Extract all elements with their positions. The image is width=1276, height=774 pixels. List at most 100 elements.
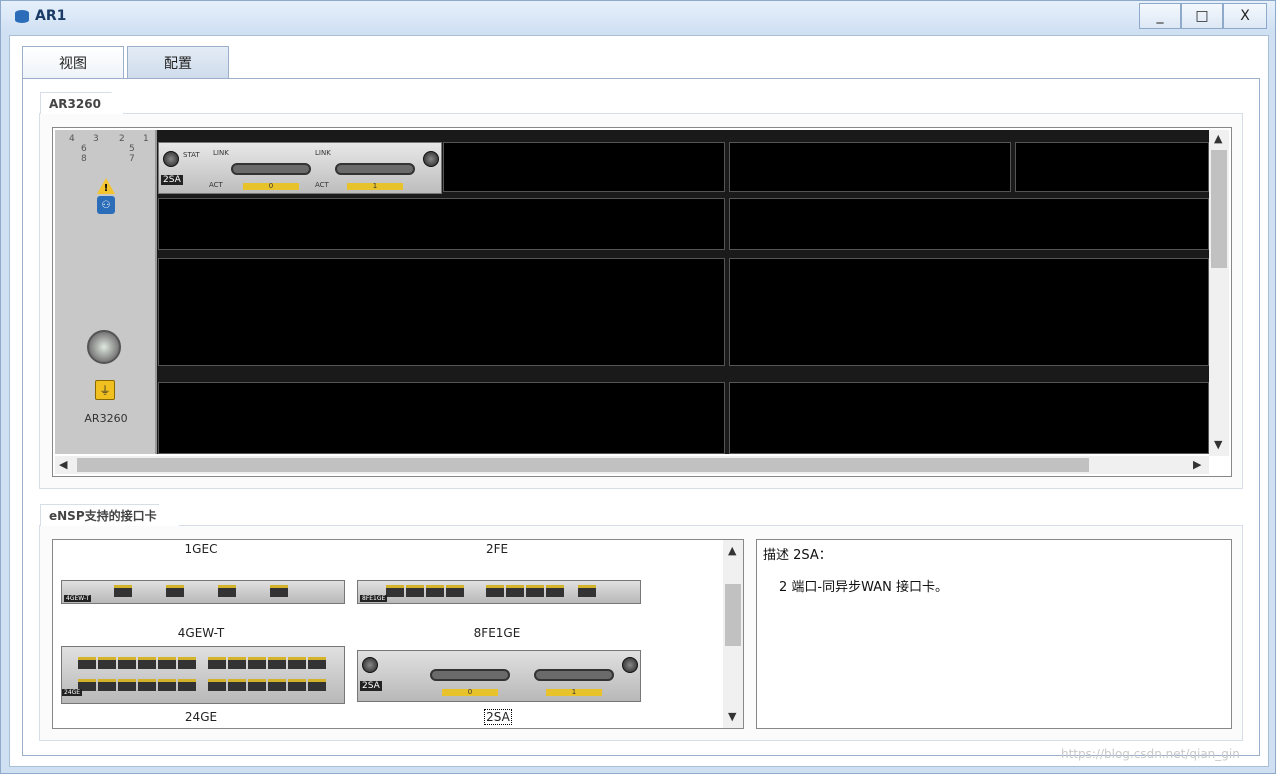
chassis-view: 4 3 2 1 6 5 8 7 ! ⚇ ⏚ AR3260 STAT LINK L…: [52, 127, 1232, 477]
card-name-label: 2FE: [485, 542, 509, 556]
rj45-port: [208, 657, 226, 669]
rj45-port: [446, 585, 464, 597]
chassis-backplane: 4 3 2 1 6 5 8 7 ! ⚇ ⏚ AR3260 STAT LINK L…: [55, 130, 1209, 454]
tab-config[interactable]: 配置: [127, 46, 229, 78]
rj45-port: [406, 585, 424, 597]
serial-port[interactable]: [231, 163, 311, 175]
chassis-model-label: AR3260: [84, 412, 128, 425]
slot-empty[interactable]: [158, 198, 725, 250]
card-badge: 2SA: [161, 175, 183, 185]
card-badge: 2SA: [360, 681, 382, 691]
rj45-port: [178, 657, 196, 669]
link-label: LINK: [213, 149, 229, 157]
rj45-port: [268, 657, 286, 669]
scroll-thumb[interactable]: [77, 458, 1089, 472]
esd-icon: ⚇: [97, 196, 115, 214]
rj45-port: [386, 585, 404, 597]
watermark-text: https://blog.csdn.net/qian_gin: [1061, 747, 1240, 761]
card-name-label: 1GEC: [184, 542, 218, 556]
chassis-group: AR3260 4 3 2 1 6 5 8 7 ! ⚇ ⏚ AR3260 STAT…: [39, 92, 1243, 489]
description-text: 2 端口-同异步WAN 接口卡。: [779, 580, 948, 595]
card-thumb-1gec[interactable]: 4GEW-T: [61, 580, 345, 604]
card-thumb-2sa[interactable]: 0 1 2SA: [357, 650, 641, 702]
rj45-port: [526, 585, 544, 597]
rj45-port: [118, 657, 136, 669]
slot-map-label: 4: [69, 134, 75, 144]
cards-group: eNSP支持的接口卡 1GEC 2FE 4GEW-T 8FE1GE 4GEW-T…: [39, 504, 1243, 741]
rj45-port: [78, 657, 96, 669]
slot-map-label: 2: [119, 134, 125, 144]
window-title: AR1: [35, 8, 67, 24]
maximize-button[interactable]: □: [1181, 3, 1223, 29]
card-list-scrollbar[interactable]: ▲ ▼: [723, 540, 743, 728]
slot-map-label: 5: [129, 144, 135, 154]
card-name-label: 8FE1GE: [473, 626, 521, 640]
rj45-port: [308, 679, 326, 691]
chassis-left-panel: 4 3 2 1 6 5 8 7 ! ⚇ ⏚ AR3260: [55, 130, 157, 454]
serial-port: [430, 669, 510, 681]
slot-map-label: 7: [129, 154, 135, 164]
rj45-port: [270, 585, 288, 597]
chassis-horizontal-scrollbar[interactable]: ◀ ▶: [55, 456, 1209, 474]
card-thumb-4gew-t[interactable]: 24GE: [61, 646, 345, 704]
rj45-port: [138, 657, 156, 669]
port-number-0: 0: [442, 689, 498, 696]
card-name-label: 4GEW-T: [177, 626, 225, 640]
scroll-thumb[interactable]: [1211, 150, 1227, 268]
rj45-port: [208, 679, 226, 691]
config-tab-panel: AR3260 4 3 2 1 6 5 8 7 ! ⚇ ⏚ AR3260 STAT…: [22, 78, 1260, 756]
main-window: AR1 _ □ X 视图 配置 AR3260 4 3 2 1 6 5 8 7 !…: [0, 0, 1276, 774]
rj45-port: [158, 657, 176, 669]
chassis-vertical-scrollbar[interactable]: ▲ ▼: [1209, 130, 1229, 456]
slot-map-label: 6: [81, 144, 87, 154]
rj45-port: [268, 679, 286, 691]
slot-empty[interactable]: [158, 258, 725, 366]
slot-empty[interactable]: [729, 382, 1209, 454]
slot-empty[interactable]: [729, 142, 1011, 192]
act-label: ACT: [209, 181, 223, 189]
installed-card-2sa[interactable]: STAT LINK LINK ACT ACT 0 1 2SA: [158, 142, 442, 194]
warning-icon: !: [97, 178, 115, 194]
rj45-port: [218, 585, 236, 597]
slot-map-label: 1: [143, 134, 149, 144]
rj45-port: [486, 585, 504, 597]
power-switch-icon[interactable]: [87, 330, 121, 364]
rj45-port: [98, 679, 116, 691]
slot-empty[interactable]: [1015, 142, 1209, 192]
close-button[interactable]: X: [1223, 3, 1267, 29]
card-thumb-2fe[interactable]: 8FE1GE: [357, 580, 641, 604]
interface-card-list: 1GEC 2FE 4GEW-T 8FE1GE 4GEW-T 8FE1GE 24G…: [52, 539, 744, 729]
card-name-label: 24GE: [184, 710, 218, 724]
scroll-down-icon[interactable]: ▼: [1214, 438, 1222, 451]
card-badge: 24GE: [62, 689, 83, 696]
rj45-port: [138, 679, 156, 691]
card-badge: 8FE1GE: [360, 595, 388, 602]
scroll-down-icon[interactable]: ▼: [728, 710, 736, 723]
slot-map-label: 8: [81, 154, 87, 164]
link-label: LINK: [315, 149, 331, 157]
cards-group-title: eNSP支持的接口卡: [40, 504, 180, 526]
scroll-thumb[interactable]: [725, 584, 741, 646]
rj45-port: [98, 657, 116, 669]
scroll-left-icon[interactable]: ◀: [59, 458, 67, 471]
scroll-right-icon[interactable]: ▶: [1193, 458, 1201, 471]
rj45-port: [288, 679, 306, 691]
slot-empty[interactable]: [729, 258, 1209, 366]
screw-icon: [622, 657, 638, 673]
rj45-port: [228, 679, 246, 691]
rj45-port: [248, 679, 266, 691]
rj45-port: [248, 657, 266, 669]
scroll-up-icon[interactable]: ▲: [1214, 132, 1222, 145]
scroll-up-icon[interactable]: ▲: [728, 544, 736, 557]
rj45-port: [578, 585, 596, 597]
serial-port[interactable]: [335, 163, 415, 175]
slot-empty[interactable]: [158, 382, 725, 454]
minimize-button[interactable]: _: [1139, 3, 1181, 29]
description-title: 描述 2SA：: [763, 548, 832, 563]
rj45-port: [228, 657, 246, 669]
tab-view[interactable]: 视图: [22, 46, 124, 78]
card-name-label-selected[interactable]: 2SA: [484, 709, 512, 725]
slot-empty[interactable]: [443, 142, 725, 192]
rj45-port: [506, 585, 524, 597]
slot-empty[interactable]: [729, 198, 1209, 250]
